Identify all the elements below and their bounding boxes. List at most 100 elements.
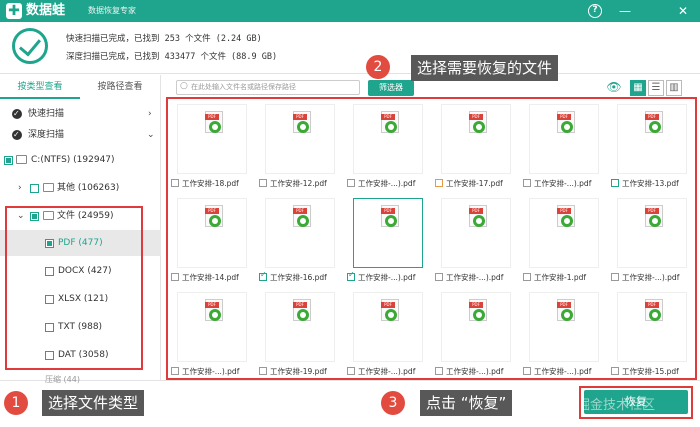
file-item[interactable]: PDF 工作安排-19.pdf [253,288,341,382]
file-checkbox[interactable] [171,367,179,375]
file-thumbnail[interactable]: PDF [529,198,599,268]
dat-checkbox[interactable] [45,351,54,360]
drive-checkbox[interactable] [4,156,13,165]
tree-docx[interactable]: DOCX (427) [0,258,161,284]
file-checkbox[interactable] [259,367,267,375]
grid-view-icon[interactable]: ▦ [630,80,646,96]
pdf-tag: PDF [469,114,483,120]
pdf-logo-icon [209,121,221,133]
tree-documents[interactable]: ⌄ 文件 (24959) [0,203,161,229]
tree-drive[interactable]: C:(NTFS) (192947) [0,147,161,173]
file-item[interactable]: PDF 工作安排-17.pdf [429,100,517,194]
file-thumbnail[interactable]: PDF [353,198,423,268]
file-thumbnail[interactable]: PDF [353,104,423,174]
file-name-row: 工作安排-15.pdf [611,366,697,378]
file-item[interactable]: PDF 工作安排-14.pdf [165,194,253,288]
file-checkbox[interactable] [171,273,179,281]
tree-txt[interactable]: TXT (988) [0,314,161,340]
file-item[interactable]: PDF 工作安排-...).pdf [429,288,517,382]
search-input[interactable]: 在此处输入文件名或路径保存路径 [176,80,360,95]
pdf-file-icon: PDF [557,205,575,227]
file-checkbox[interactable] [259,179,267,187]
file-thumbnail[interactable]: PDF [617,198,687,268]
file-item[interactable]: PDF 工作安排-...).pdf [517,288,605,382]
tree-pdf[interactable]: PDF (477) [0,230,161,256]
file-item[interactable]: PDF 工作安排-...).pdf [341,194,429,288]
file-item[interactable]: PDF 工作安排-...).pdf [605,194,693,288]
file-thumbnail[interactable]: PDF [265,292,335,362]
file-name: 工作安排-13.pdf [622,179,679,188]
file-checkbox[interactable] [347,367,355,375]
file-item[interactable]: PDF 工作安排-15.pdf [605,288,693,382]
tree-compressed-partial: 压缩 (44) [45,375,80,384]
file-thumbnail[interactable]: PDF [441,104,511,174]
file-checkbox[interactable] [171,179,179,187]
file-thumbnail[interactable]: PDF [177,292,247,362]
filter-button[interactable]: 筛选器 [368,80,414,96]
tree-deep-scan[interactable]: 深度扫描 ⌄ [0,122,161,148]
file-checkbox[interactable] [523,273,531,281]
file-item[interactable]: PDF 工作安排-...).pdf [165,288,253,382]
file-thumbnail[interactable]: PDF [265,104,335,174]
file-item[interactable]: PDF 工作安排-13.pdf [605,100,693,194]
file-checkbox[interactable] [523,179,531,187]
file-thumbnail[interactable]: PDF [441,198,511,268]
file-thumbnail[interactable]: PDF [265,198,335,268]
pdf-checkbox[interactable] [45,239,54,248]
file-checkbox[interactable] [435,273,443,281]
file-grid: PDF 工作安排-18.pdf PDF 工作安排-12.pdf PDF 工作安排-...)… [165,100,700,380]
file-item[interactable]: PDF 工作安排-18.pdf [165,100,253,194]
file-item[interactable]: PDF 工作安排-12.pdf [253,100,341,194]
chevron-down-icon[interactable]: ⌄ [147,122,155,148]
file-thumbnail[interactable]: PDF [177,198,247,268]
file-checkbox[interactable] [347,272,355,281]
close-button[interactable]: ✕ [674,2,692,20]
chevron-right-icon[interactable]: › [18,175,22,201]
docx-checkbox[interactable] [45,267,54,276]
file-item[interactable]: PDF 工作安排-...).pdf [341,288,429,382]
file-name-row: 工作安排-...).pdf [347,178,433,190]
tree-xlsx[interactable]: XLSX (121) [0,286,161,312]
minimize-button[interactable]: — [616,2,634,20]
detail-view-icon[interactable]: ▥ [666,80,682,96]
file-item[interactable]: PDF 工作安排-16.pdf [253,194,341,288]
file-name-row: 工作安排-13.pdf [611,178,697,190]
file-checkbox[interactable] [611,179,619,187]
file-thumbnail[interactable]: PDF [529,104,599,174]
file-item[interactable]: PDF 工作安排-...).pdf [517,100,605,194]
tree-other[interactable]: › 其他 (106263) [0,175,161,201]
list-view-icon[interactable]: ☰ [648,80,664,96]
file-thumbnail[interactable]: PDF [177,104,247,174]
help-icon[interactable]: ? [588,4,602,18]
file-name-row: 工作安排-...).pdf [347,366,433,378]
file-item[interactable]: PDF 工作安排-...).pdf [341,100,429,194]
file-checkbox[interactable] [259,272,267,281]
file-checkbox[interactable] [435,367,443,375]
txt-checkbox[interactable] [45,323,54,332]
pdf-logo-icon [473,121,485,133]
tree-dat[interactable]: DAT (3058) [0,342,161,368]
file-name-row: 工作安排-12.pdf [259,178,345,190]
file-checkbox[interactable] [347,179,355,187]
preview-eye-icon[interactable]: 👁 [606,80,622,96]
other-checkbox[interactable] [30,184,39,193]
xlsx-checkbox[interactable] [45,295,54,304]
file-checkbox[interactable] [435,179,443,187]
file-thumbnail[interactable]: PDF [617,104,687,174]
view-mode-toolbar: 👁 ▦ ☰ ▥ [606,80,686,97]
pdf-logo-icon [209,215,221,227]
file-thumbnail[interactable]: PDF [529,292,599,362]
file-thumbnail[interactable]: PDF [353,292,423,362]
file-name: 工作安排-15.pdf [622,367,679,376]
file-item[interactable]: PDF 工作安排-1.pdf [517,194,605,288]
file-checkbox[interactable] [611,367,619,375]
file-item[interactable]: PDF 工作安排-...).pdf [429,194,517,288]
file-thumbnail[interactable]: PDF [441,292,511,362]
file-checkbox[interactable] [611,273,619,281]
documents-checkbox[interactable] [30,212,39,221]
file-checkbox[interactable] [523,367,531,375]
chevron-down-icon[interactable]: ⌄ [17,203,25,229]
tab-by-path[interactable]: 按路径查看 [80,75,160,99]
tab-by-type[interactable]: 按类型查看 [0,75,80,99]
file-thumbnail[interactable]: PDF [617,292,687,362]
